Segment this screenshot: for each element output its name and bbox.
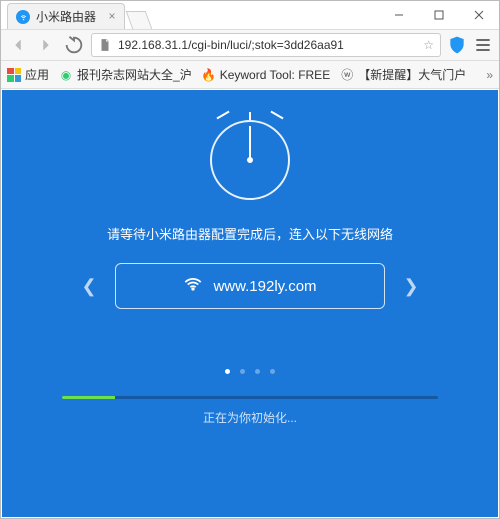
- address-bar: 192.168.31.1/cgi-bin/luci/;stok=3dd26aa9…: [1, 29, 499, 61]
- new-tab-button[interactable]: [126, 11, 153, 29]
- browser-tab[interactable]: 小米路由器 ×: [7, 3, 125, 29]
- apps-label: 应用: [25, 66, 49, 83]
- close-icon[interactable]: ×: [106, 10, 118, 22]
- carousel-dots: [2, 369, 498, 374]
- tab-title: 小米路由器: [36, 8, 96, 25]
- ssid-card[interactable]: www.192ly.com: [115, 263, 385, 309]
- favicon-icon: ⓦ: [340, 68, 354, 82]
- page-content: 请等待小米路由器配置完成后，连入以下无线网络 ❮ www.192ly.com ❯…: [2, 90, 498, 517]
- page-icon: [98, 38, 112, 52]
- dot-indicator[interactable]: [270, 369, 275, 374]
- favicon-icon: 🔥: [202, 68, 216, 82]
- chevron-right-icon[interactable]: ❯: [403, 276, 419, 297]
- chevron-left-icon[interactable]: ❮: [81, 276, 97, 297]
- back-button[interactable]: [7, 34, 29, 56]
- forward-button[interactable]: [35, 34, 57, 56]
- bookmark-star-icon[interactable]: ☆: [423, 38, 434, 52]
- bookmark-item[interactable]: 🔥 Keyword Tool: FREE: [202, 68, 331, 82]
- bookmark-item[interactable]: ◉ 报刊杂志网站大全_沪: [59, 66, 192, 83]
- bookmark-label: 【新提醒】大气门户: [358, 66, 466, 83]
- wifi-icon: [183, 274, 203, 298]
- favicon-icon: ◉: [59, 68, 73, 82]
- bookmark-label: 报刊杂志网站大全_沪: [77, 66, 192, 83]
- status-text: 正在为你初始化...: [2, 409, 498, 426]
- dot-indicator[interactable]: [240, 369, 245, 374]
- reload-button[interactable]: [63, 34, 85, 56]
- menu-icon[interactable]: [473, 35, 493, 55]
- bookmark-label: Keyword Tool: FREE: [220, 68, 331, 82]
- dot-indicator[interactable]: [255, 369, 260, 374]
- url-text: 192.168.31.1/cgi-bin/luci/;stok=3dd26aa9…: [118, 38, 417, 52]
- window-titlebar: 小米路由器 ×: [1, 1, 499, 29]
- timer-icon: [202, 112, 298, 208]
- progress-bar: [62, 396, 438, 399]
- close-button[interactable]: [459, 1, 499, 29]
- bookmarks-bar: 应用 ◉ 报刊杂志网站大全_沪 🔥 Keyword Tool: FREE ⓦ 【…: [1, 61, 499, 89]
- apps-grid-icon: [7, 68, 21, 82]
- bookmarks-overflow-icon[interactable]: »: [486, 68, 493, 82]
- progress-fill: [62, 396, 115, 399]
- wifi-favicon-icon: [16, 10, 30, 24]
- dot-indicator[interactable]: [225, 369, 230, 374]
- bookmark-item[interactable]: ⓦ 【新提醒】大气门户: [340, 66, 466, 83]
- window-controls: [379, 1, 499, 29]
- maximize-button[interactable]: [419, 1, 459, 29]
- shield-icon[interactable]: [447, 35, 467, 55]
- apps-button[interactable]: 应用: [7, 66, 49, 83]
- url-input[interactable]: 192.168.31.1/cgi-bin/luci/;stok=3dd26aa9…: [91, 33, 441, 57]
- instruction-text: 请等待小米路由器配置完成后，连入以下无线网络: [22, 224, 478, 243]
- minimize-button[interactable]: [379, 1, 419, 29]
- ssid-carousel: ❮ www.192ly.com ❯: [2, 263, 498, 309]
- ssid-label: www.192ly.com: [213, 278, 316, 295]
